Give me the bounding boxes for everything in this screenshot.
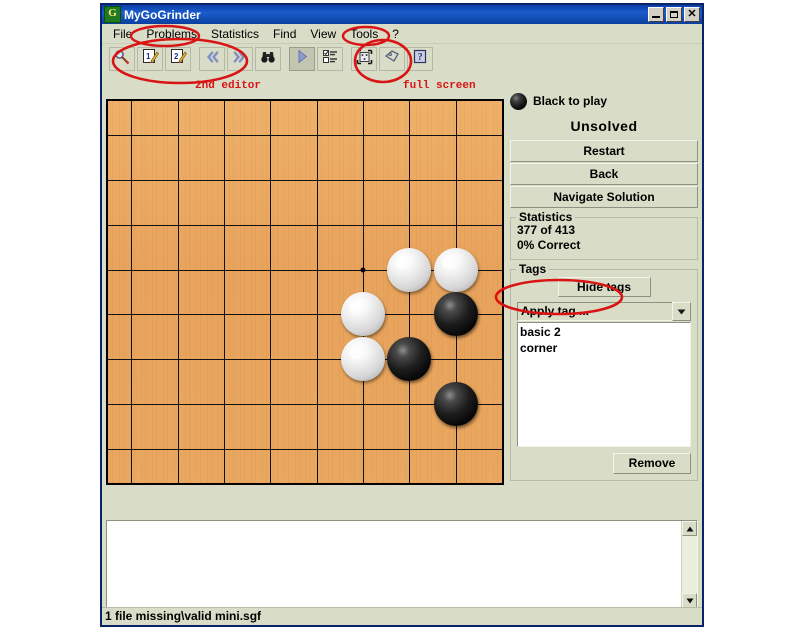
menu-item-file[interactable]: File: [106, 25, 139, 43]
board-gridline-vertical: [178, 101, 179, 483]
chevron-down-icon[interactable]: [672, 302, 691, 321]
minimize-button[interactable]: [648, 7, 664, 22]
white-stone[interactable]: [387, 247, 432, 292]
solve-status-label: Unsolved: [570, 118, 638, 134]
menu-item-tools[interactable]: Tools: [343, 25, 385, 43]
title-bar: G MyGoGrinder ✕: [102, 5, 702, 24]
list-item[interactable]: basic 2: [520, 324, 690, 340]
scroll-down-button[interactable]: [682, 593, 697, 608]
application-window: G MyGoGrinder ✕ File Problems Statistics…: [100, 3, 704, 627]
checklist-icon: [322, 49, 338, 69]
editor-1-button[interactable]: 1: [137, 47, 163, 71]
statistics-progress: 377 of 413: [517, 223, 576, 237]
side-panel: Black to play Unsolved Restart Back Navi…: [510, 90, 698, 510]
screenshot-root: G MyGoGrinder ✕ File Problems Statistics…: [0, 0, 788, 630]
toolbar: 1 2 ?: [102, 44, 702, 74]
comment-scrollbar[interactable]: [681, 521, 697, 608]
window-title: MyGoGrinder: [124, 7, 201, 22]
board-gridline-vertical: [317, 101, 318, 483]
white-stone[interactable]: [340, 337, 385, 382]
binoculars-icon: [260, 50, 276, 69]
status-text: 1 file missing\valid mini.sgf: [105, 609, 262, 623]
apply-tag-value[interactable]: Apply tag ...: [517, 302, 672, 321]
editor-2-button[interactable]: 2: [165, 47, 191, 71]
board-gridline-vertical: [409, 101, 410, 483]
board-gridline-horizontal: [108, 449, 502, 450]
back-button[interactable]: Back: [510, 163, 698, 185]
comment-box[interactable]: [106, 520, 698, 609]
close-button[interactable]: ✕: [684, 7, 700, 22]
statistics-correct: 0% Correct: [517, 238, 581, 252]
turn-indicator: Black to play: [510, 90, 698, 112]
apply-tag-combobox[interactable]: Apply tag ...: [517, 302, 691, 321]
scroll-up-button[interactable]: [682, 521, 697, 536]
play-button[interactable]: [289, 47, 315, 71]
tags-group: Tags Hide tags Apply tag ... basic 2 cor…: [510, 262, 698, 481]
annotation-full-screen: full screen: [403, 80, 476, 92]
board-gridline-horizontal: [108, 135, 502, 136]
editor-2-icon: 2: [170, 48, 187, 70]
hide-tags-button[interactable]: Hide tags: [557, 277, 651, 297]
svg-text:?: ?: [418, 52, 423, 63]
restart-button[interactable]: Restart: [510, 140, 698, 162]
board-gridline-vertical: [502, 101, 503, 483]
menu-item-statistics[interactable]: Statistics: [204, 25, 266, 43]
app-icon: G: [104, 6, 121, 23]
maximize-button[interactable]: [666, 7, 682, 22]
svg-text:2: 2: [174, 52, 179, 61]
editor-1-icon: 1: [142, 48, 159, 70]
full-screen-button[interactable]: [351, 47, 377, 71]
tag-button[interactable]: [379, 47, 405, 71]
black-stone[interactable]: [387, 337, 432, 382]
tags-group-title: Tags: [516, 262, 550, 276]
list-item[interactable]: corner: [520, 340, 690, 356]
board-gridline-horizontal: [108, 180, 502, 181]
board-star-point: [360, 267, 366, 273]
black-stone[interactable]: [433, 292, 478, 337]
next-button[interactable]: [227, 47, 253, 71]
tag-icon: [384, 49, 400, 69]
board-gridline-vertical: [131, 101, 132, 483]
menu-item-view[interactable]: View: [303, 25, 343, 43]
menu-item-help[interactable]: ?: [385, 25, 406, 43]
help-button[interactable]: ?: [407, 47, 433, 71]
menu-item-problems[interactable]: Problems: [139, 25, 204, 43]
statistics-group-title: Statistics: [516, 210, 576, 224]
white-stone[interactable]: [433, 247, 478, 292]
menu-item-find[interactable]: Find: [266, 25, 303, 43]
problem-list-button[interactable]: [317, 47, 343, 71]
main-content: Black to play Unsolved Restart Back Navi…: [102, 74, 702, 625]
status-bar: 1 file missing\valid mini.sgf: [102, 607, 702, 625]
window-controls: ✕: [648, 7, 700, 22]
help-book-icon: ?: [412, 49, 428, 69]
magnifier-icon: [114, 49, 130, 70]
annotation-2nd-editor: 2nd editor: [195, 80, 262, 92]
board-gridline-horizontal: [108, 359, 502, 360]
fullscreen-icon: [356, 49, 373, 70]
statistics-group: Statistics 377 of 413 0% Correct: [510, 210, 698, 260]
search-problem-button[interactable]: [109, 47, 135, 71]
black-stone[interactable]: [433, 382, 478, 427]
previous-button[interactable]: [199, 47, 225, 71]
board-gridline-vertical: [270, 101, 271, 483]
find-button[interactable]: [255, 47, 281, 71]
double-chevron-right-icon: [232, 50, 248, 69]
go-board[interactable]: [106, 99, 504, 485]
go-board-container: [106, 99, 506, 495]
play-triangle-icon: [295, 49, 309, 69]
tag-list[interactable]: basic 2 corner: [517, 322, 691, 447]
black-stone-icon: [510, 92, 527, 110]
remove-row: Remove: [517, 453, 691, 474]
board-gridline-horizontal: [108, 225, 502, 226]
double-chevron-left-icon: [204, 50, 220, 69]
white-stone[interactable]: [340, 292, 385, 337]
menu-bar: File Problems Statistics Find View Tools…: [102, 24, 702, 44]
remove-button[interactable]: Remove: [613, 453, 691, 474]
comment-text-area[interactable]: [107, 521, 681, 608]
turn-label: Black to play: [533, 94, 608, 108]
navigate-solution-button[interactable]: Navigate Solution: [510, 186, 698, 208]
board-gridline-vertical: [224, 101, 225, 483]
svg-text:1: 1: [146, 52, 151, 61]
scrollbar-track[interactable]: [682, 536, 697, 593]
